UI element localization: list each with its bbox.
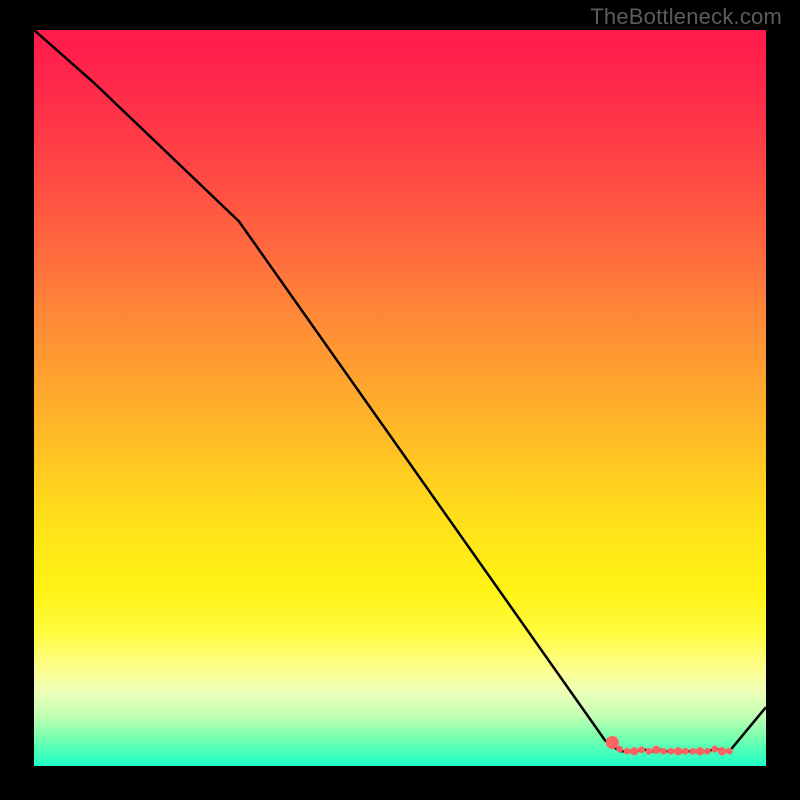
trough-marker-dot (696, 747, 704, 755)
chart-frame: TheBottleneck.com (0, 0, 800, 800)
trough-marker-dot (616, 746, 623, 753)
trough-markers (606, 736, 733, 756)
chart-overlay (34, 30, 766, 766)
trough-marker-dot (704, 748, 711, 755)
trough-marker-dot (630, 747, 638, 755)
trough-marker-dot (718, 747, 726, 755)
trough-marker-dot (660, 748, 667, 755)
trough-marker-dot (682, 748, 689, 755)
trough-marker-dot (652, 746, 660, 754)
curve-path (34, 30, 766, 751)
trough-marker-dot (674, 747, 682, 755)
trough-marker-dot (606, 736, 619, 749)
trough-marker-dot (624, 748, 631, 755)
trough-marker-dot (689, 748, 696, 755)
trough-marker-dot (711, 746, 718, 753)
trough-marker-dot (645, 748, 652, 755)
curve-line (34, 30, 766, 751)
trough-marker-dot (667, 748, 674, 755)
trough-marker-dot (638, 746, 645, 753)
watermark-label: TheBottleneck.com (590, 4, 782, 30)
plot-area (34, 30, 766, 766)
trough-marker-dot (726, 748, 733, 755)
